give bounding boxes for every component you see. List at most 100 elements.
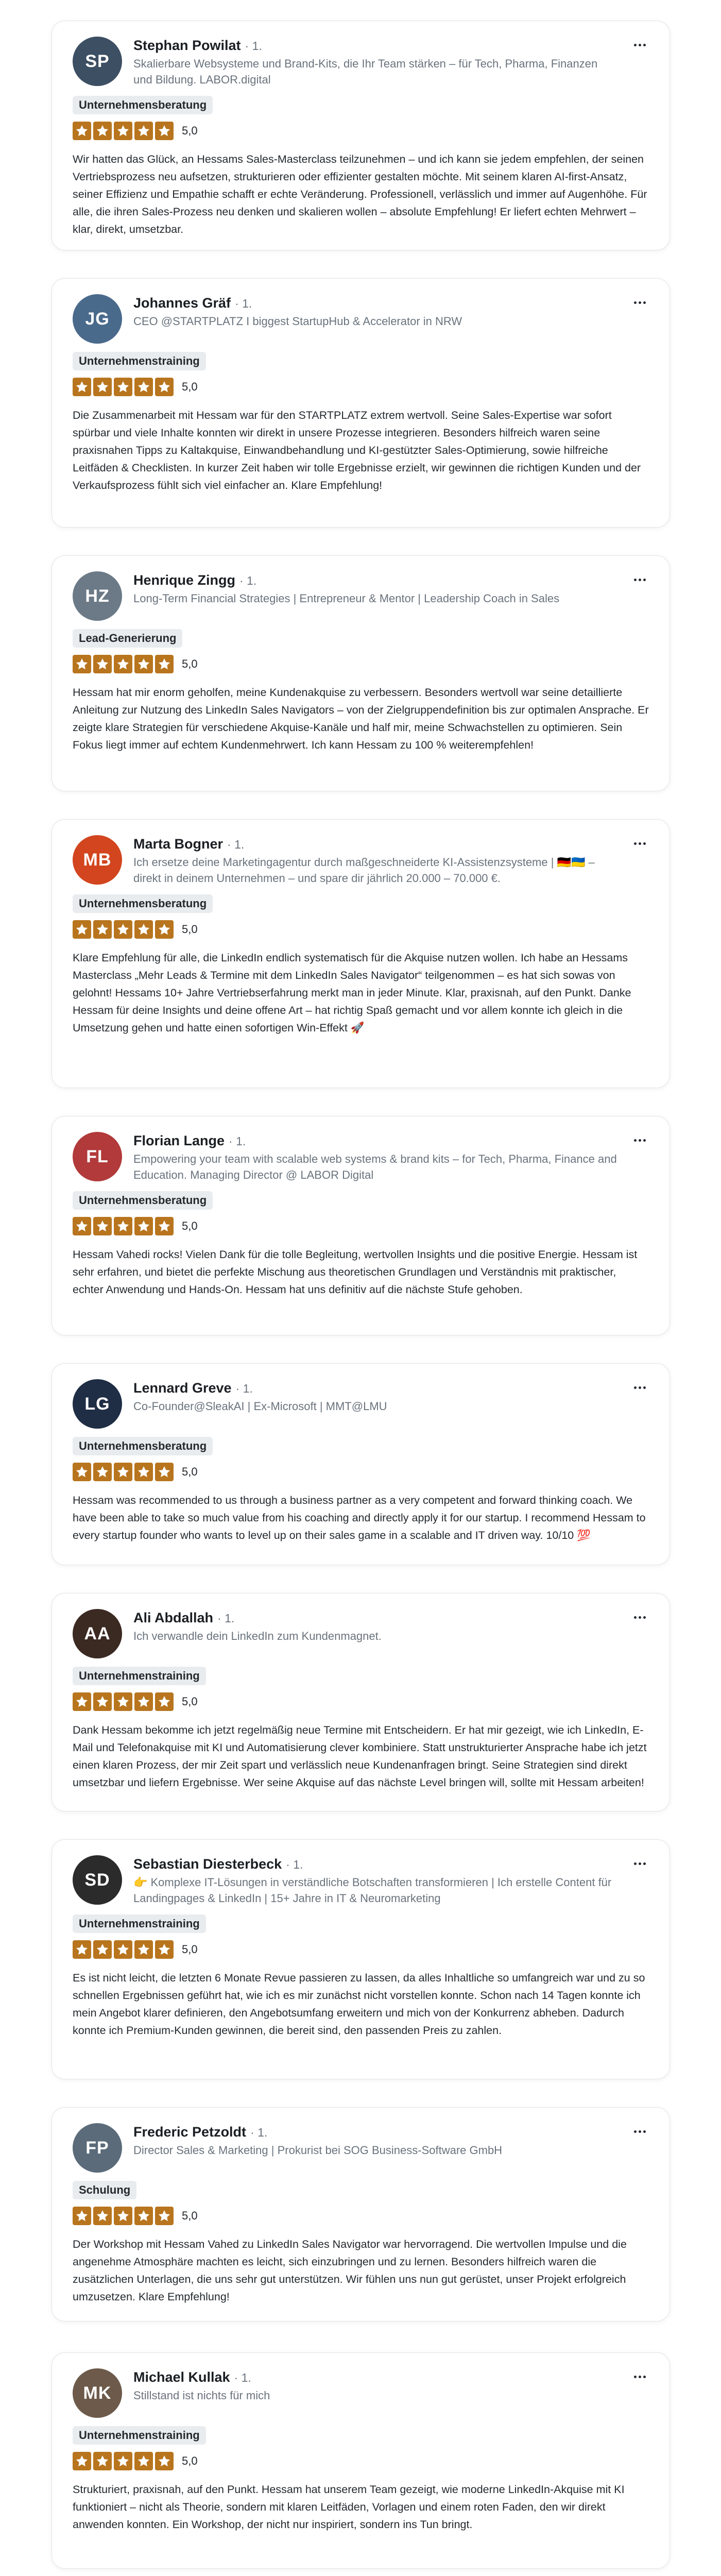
review-header: JG Johannes Gräf · 1. CEO @STARTPLATZ I … <box>73 294 649 344</box>
review-card: FL Florian Lange · 1. Empowering your te… <box>52 1116 670 1335</box>
reviewer-name[interactable]: Sebastian Diesterbeck <box>133 1855 282 1873</box>
review-card: MK Michael Kullak · 1. Stillstand ist ni… <box>52 2352 670 2569</box>
star-icon <box>93 122 112 140</box>
name-line: Johannes Gräf · 1. <box>133 294 618 312</box>
star-icon <box>134 1463 153 1481</box>
more-options-button[interactable] <box>630 39 649 51</box>
rating-row: 5,0 <box>73 1463 649 1481</box>
rating-row: 5,0 <box>73 655 649 673</box>
reviewer-name[interactable]: Marta Bogner <box>133 835 223 853</box>
review-header: FL Florian Lange · 1. Empowering your te… <box>73 1132 649 1183</box>
avatar[interactable]: MK <box>73 2368 122 2418</box>
more-options-button[interactable] <box>630 2125 649 2138</box>
service-tag: Unternehmenstraining <box>73 352 206 370</box>
reviewer-name[interactable]: Florian Lange <box>133 1132 225 1149</box>
reviewer-name[interactable]: Frederic Petzoldt <box>133 2123 246 2141</box>
rating-row: 5,0 <box>73 378 649 396</box>
name-line: Lennard Greve · 1. <box>133 1379 618 1397</box>
more-options-button[interactable] <box>630 837 649 850</box>
avatar[interactable]: LG <box>73 1379 122 1429</box>
star-icon <box>73 1217 91 1235</box>
connection-degree: · 1. <box>235 297 252 310</box>
star-icon <box>114 1692 132 1711</box>
service-tag: Unternehmenstraining <box>73 1667 206 1685</box>
rating-row: 5,0 <box>73 122 649 140</box>
dot-icon <box>643 578 646 581</box>
dot-icon <box>638 1616 641 1619</box>
dot-icon <box>638 43 641 46</box>
star-icon <box>93 1940 112 1959</box>
rating-score: 5,0 <box>182 1943 198 1956</box>
review-text: Wir hatten das Glück, an Hessams Sales-M… <box>73 153 647 235</box>
rating-score: 5,0 <box>182 923 198 936</box>
reviewer-name[interactable]: Henrique Zingg <box>133 571 235 589</box>
review-header: AA Ali Abdallah · 1. Ich verwandle dein … <box>73 1609 649 1658</box>
star-icon <box>155 655 174 673</box>
star-icon <box>73 1463 91 1481</box>
avatar[interactable]: JG <box>73 294 122 344</box>
avatar[interactable]: SP <box>73 37 122 86</box>
avatar[interactable]: AA <box>73 1609 122 1658</box>
reviewer-name[interactable]: Johannes Gräf <box>133 294 231 312</box>
more-options-button[interactable] <box>630 2370 649 2383</box>
reviewer-headline: Director Sales & Marketing | Prokurist b… <box>133 2144 503 2157</box>
rating-score: 5,0 <box>182 2454 198 2467</box>
star-icon <box>155 378 174 396</box>
avatar-initials: MB <box>83 850 112 870</box>
dot-icon <box>633 2375 637 2378</box>
star-icon <box>114 1940 132 1959</box>
more-options-button[interactable] <box>630 573 649 586</box>
avatar[interactable]: MB <box>73 835 122 885</box>
avatar[interactable]: FP <box>73 2123 122 2173</box>
review-card: JG Johannes Gräf · 1. CEO @STARTPLATZ I … <box>52 278 670 528</box>
dot-icon <box>638 2375 641 2378</box>
reviewer-headline: Empowering your team with scalable web s… <box>133 1153 617 1181</box>
more-options-button[interactable] <box>630 1381 649 1394</box>
avatar-initials: SP <box>85 51 110 71</box>
dot-icon <box>638 2130 641 2133</box>
review-header: MK Michael Kullak · 1. Stillstand ist ni… <box>73 2368 649 2418</box>
more-options-button[interactable] <box>630 296 649 309</box>
dot-icon <box>638 301 641 304</box>
rating-row: 5,0 <box>73 920 649 939</box>
review-header: FP Frederic Petzoldt · 1. Director Sales… <box>73 2123 649 2173</box>
rating-row: 5,0 <box>73 1217 649 1235</box>
review-text: Klare Empfehlung für alle, die LinkedIn … <box>73 952 631 1034</box>
reviewer-name[interactable]: Michael Kullak <box>133 2368 230 2386</box>
connection-degree: · 1. <box>245 39 262 53</box>
review-card: HZ Henrique Zingg · 1. Long-Term Financi… <box>52 555 670 791</box>
more-options-button[interactable] <box>630 1611 649 1623</box>
avatar[interactable]: HZ <box>73 571 122 621</box>
avatar-initials: JG <box>85 309 110 329</box>
reviewer-info: Henrique Zingg · 1. Long-Term Financial … <box>133 571 649 606</box>
star-icon <box>134 378 153 396</box>
star-icon <box>93 1463 112 1481</box>
reviewer-name[interactable]: Ali Abdallah <box>133 1609 213 1626</box>
review-text: Hessam hat mir enorm geholfen, meine Kun… <box>73 686 649 751</box>
reviewer-name[interactable]: Lennard Greve <box>133 1379 232 1397</box>
star-icon <box>93 920 112 939</box>
more-options-button[interactable] <box>630 1857 649 1870</box>
review-header: SD Sebastian Diesterbeck · 1. 👉 Komplexe… <box>73 1855 649 1906</box>
reviewer-name[interactable]: Stephan Powilat <box>133 37 241 54</box>
avatar[interactable]: FL <box>73 1132 122 1181</box>
star-icon <box>93 2207 112 2225</box>
avatar[interactable]: SD <box>73 1855 122 1905</box>
star-icon <box>114 655 132 673</box>
star-rating <box>73 2207 176 2225</box>
reviewer-headline: Long-Term Financial Strategies | Entrepr… <box>133 592 560 605</box>
connection-degree: · 1. <box>239 574 257 587</box>
rating-score: 5,0 <box>182 124 198 137</box>
reviewer-info: Florian Lange · 1. Empowering your team … <box>133 1132 649 1183</box>
star-icon <box>155 920 174 939</box>
avatar-initials: HZ <box>85 586 110 606</box>
connection-degree: · 1. <box>217 1612 235 1625</box>
dot-icon <box>643 842 646 845</box>
star-icon <box>73 1692 91 1711</box>
avatar-initials: SD <box>84 1870 110 1890</box>
service-tag: Unternehmenstraining <box>73 2426 206 2445</box>
dot-icon <box>633 1616 637 1619</box>
review-text: Hessam Vahedi rocks! Vielen Dank für die… <box>73 1248 638 1296</box>
more-options-button[interactable] <box>630 1134 649 1146</box>
review-list: SP Stephan Powilat · 1. Skalierbare Webs… <box>0 0 721 2576</box>
